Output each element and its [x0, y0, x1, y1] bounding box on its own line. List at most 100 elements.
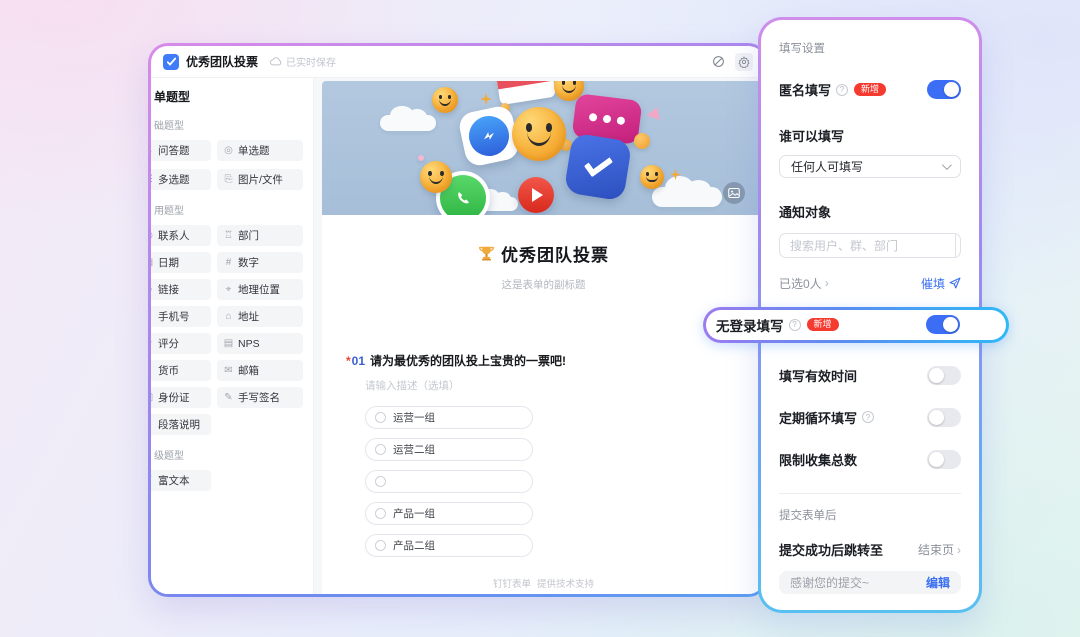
settings-gear-icon[interactable]: [735, 53, 753, 71]
notify-search-input[interactable]: [780, 234, 955, 257]
option-row[interactable]: 产品一组: [365, 502, 533, 525]
selected-people-link[interactable]: 已选0人›: [779, 275, 829, 292]
anonymous-fill-row: 匿名填写 ? 新增: [779, 80, 961, 99]
question-type-sidebar: 单题型 础题型 ✎问答题 ◎单选题 ☰多选题 ⎘图片/文件 用题型 ◉联系人 ♖…: [151, 78, 314, 594]
star-decor: [670, 169, 681, 180]
sidebar-item-paragraph[interactable]: ¶段落说明: [151, 414, 211, 435]
trophy-icon: [478, 245, 495, 262]
cloud-decor: [652, 187, 722, 207]
titlebar: 优秀团队投票 已实时保存: [151, 46, 765, 78]
sidebar-item-location[interactable]: ⌖地理位置: [217, 279, 303, 300]
question-description-placeholder[interactable]: 请输入描述（选填）: [365, 378, 741, 393]
paragraph-icon: ¶: [151, 419, 154, 430]
sidebar-item-number[interactable]: #数字: [217, 252, 303, 273]
address-icon: ⌂: [223, 311, 234, 322]
star-decor: [480, 93, 492, 105]
richtext-icon: T: [151, 475, 154, 486]
help-icon[interactable]: ?: [789, 319, 801, 331]
valid-time-label: 填写有效时间: [779, 366, 857, 385]
form-builder-window: 优秀团队投票 已实时保存 单题型 础题: [148, 43, 768, 597]
radio-icon[interactable]: [375, 476, 386, 487]
end-page-link[interactable]: 结束页›: [918, 541, 961, 558]
contact-icon: ◉: [151, 230, 154, 241]
smiley-emoji: [420, 161, 452, 193]
attachment-icon: ⎘: [223, 174, 234, 185]
question-number: 01: [352, 354, 365, 368]
form-canvas: 优秀团队投票 这是表单的副标题 *01请为最优秀的团队投上宝贵的一票吧! 请输入…: [314, 78, 765, 594]
sidebar-item-file[interactable]: ⎘图片/文件: [217, 169, 303, 190]
org-icon: ♖: [223, 230, 234, 241]
sidebar-header: 单题型: [154, 88, 303, 105]
currency-icon: ¤: [151, 365, 154, 376]
sidebar-item-qa[interactable]: ✎问答题: [151, 140, 211, 161]
sidebar-item-address[interactable]: ⌂地址: [217, 306, 303, 327]
selected-people-row: 已选0人› 催填: [779, 275, 961, 292]
anonymous-fill-toggle[interactable]: [927, 80, 961, 99]
change-banner-button[interactable]: [723, 182, 745, 204]
no-login-fill-toggle[interactable]: [926, 315, 960, 334]
anonymous-fill-label: 匿名填写: [779, 80, 831, 99]
no-login-fill-highlight: 无登录填写 ? 新增: [703, 307, 1009, 343]
limit-total-label: 限制收集总数: [779, 450, 857, 469]
sidebar-item-email[interactable]: ✉邮箱: [217, 360, 303, 381]
urge-fill-button[interactable]: 催填: [921, 275, 961, 292]
signature-icon: ✎: [223, 392, 234, 403]
check-badge-icon: [564, 133, 633, 202]
option-row[interactable]: [365, 470, 533, 493]
valid-time-toggle[interactable]: [927, 366, 961, 385]
sidebar-item-currency[interactable]: ¤货币: [151, 360, 211, 381]
app-logo-icon: [163, 54, 179, 70]
sidebar-item-nps[interactable]: ▤NPS: [217, 333, 303, 354]
star-icon: ☆: [151, 338, 154, 349]
powered-by-footer: 钉钉表单提供技术支持: [346, 566, 741, 594]
help-icon[interactable]: ?: [862, 411, 874, 423]
thanks-message: 感谢您的提交~: [790, 574, 869, 591]
envelope-decor: [496, 81, 556, 105]
sidebar-item-phone[interactable]: ▯手机号: [151, 306, 211, 327]
sidebar-item-date[interactable]: ▦日期: [151, 252, 211, 273]
idcard-icon: ▣: [151, 392, 154, 403]
option-row[interactable]: 产品二组: [365, 534, 533, 557]
option-row[interactable]: 运营一组: [365, 406, 533, 429]
help-icon[interactable]: ?: [836, 84, 848, 96]
option-list: 运营一组 运营二组 产品一组 产品二组: [365, 406, 741, 557]
pink-dot-decor: [418, 155, 424, 161]
sidebar-item-rating[interactable]: ☆评分: [151, 333, 211, 354]
sidebar-item-richtext[interactable]: T富文本: [151, 470, 211, 491]
question-title: *01请为最优秀的团队投上宝贵的一票吧!: [346, 352, 741, 369]
radio-icon[interactable]: [375, 444, 386, 455]
smiley-emoji-big: [512, 107, 566, 161]
cloud-decor: [380, 115, 436, 131]
radio-icon[interactable]: [375, 412, 386, 423]
sidebar-item-signature[interactable]: ✎手写签名: [217, 387, 303, 408]
theme-icon[interactable]: [709, 53, 727, 71]
chevron-down-icon: [942, 160, 952, 170]
limit-total-toggle[interactable]: [927, 450, 961, 469]
fill-settings-panel: 填写设置 匿名填写 ? 新增 谁可以填写 任何人可填写 通知对象: [758, 17, 982, 613]
mail-icon: ✉: [223, 365, 234, 376]
new-badge: 新增: [807, 318, 839, 331]
form-title: 优秀团队投票: [346, 241, 741, 266]
sidebar-item-contact[interactable]: ◉联系人: [151, 225, 211, 246]
sidebar-item-idcard[interactable]: ▣身份证: [151, 387, 211, 408]
radio-icon[interactable]: [375, 540, 386, 551]
option-row[interactable]: 运营二组: [365, 438, 533, 461]
cloud-icon: [270, 57, 282, 66]
sidebar-item-single-choice[interactable]: ◎单选题: [217, 140, 303, 161]
add-person-button[interactable]: [955, 234, 961, 257]
sidebar-item-department[interactable]: ♖部门: [217, 225, 303, 246]
radio-icon[interactable]: [375, 508, 386, 519]
radio-icon: ◎: [223, 145, 234, 156]
sidebar-section-label: 级题型: [154, 447, 303, 462]
edit-thanks-button[interactable]: 编辑: [926, 574, 950, 591]
calendar-icon: ▦: [151, 257, 154, 268]
required-mark: *: [346, 354, 351, 368]
sidebar-item-multi-choice[interactable]: ☰多选题: [151, 169, 211, 190]
who-can-fill-select[interactable]: 任何人可填写: [779, 155, 961, 178]
phone-icon: ▯: [151, 311, 154, 322]
sidebar-item-link[interactable]: ∞链接: [151, 279, 211, 300]
recurring-fill-toggle[interactable]: [927, 408, 961, 427]
recurring-fill-label: 定期循环填写: [779, 408, 857, 427]
limit-total-row: 限制收集总数: [779, 450, 961, 469]
after-submit-header: 提交表单后: [779, 507, 961, 523]
